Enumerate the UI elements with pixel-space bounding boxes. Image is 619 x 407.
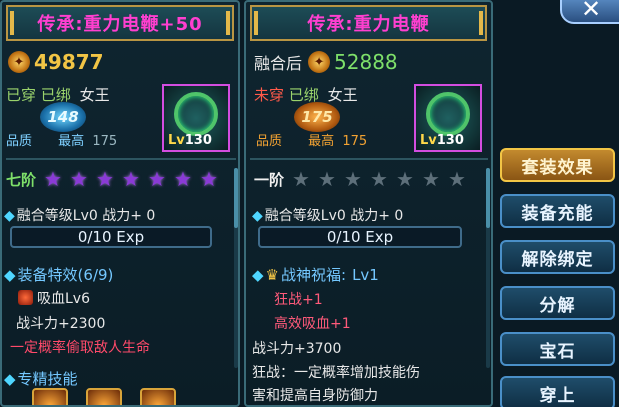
star-icon: ★ (200, 167, 218, 191)
left-specialty-head: ◆ 专精技能 (4, 368, 78, 389)
unbind-button[interactable]: 解除绑定 (500, 240, 615, 274)
whip-item-icon (426, 92, 470, 136)
star-icon: ★ (318, 167, 336, 191)
right-stage-label: 一阶 (254, 170, 285, 189)
left-item-level: Lv130 (168, 133, 212, 148)
right-item-level: Lv130 (420, 133, 464, 148)
right-bless-line2: 高效吸血+1 (274, 316, 351, 332)
right-equipment-panel: 传承:重力电鞭 融合后 ✦ 52888 未穿 已绑 女王 175 品质 最高 1… (244, 0, 493, 407)
right-power-value: 52888 (334, 50, 398, 74)
star-icon: ★ (344, 167, 362, 191)
left-title: 传承:重力电鞭+50 (6, 5, 234, 41)
diamond-bullet-icon: ◆ (252, 265, 264, 284)
right-bless-level: Lv1 (352, 265, 379, 284)
left-quality-label: 品质 (6, 134, 33, 149)
left-stage-row: 七阶 ★ ★ ★ ★ ★ ★ ★ (6, 168, 224, 190)
left-specialty-title: 专精技能 (17, 370, 78, 388)
left-fuse-row: ◆ 融合等级Lv0 战力+ 0 (4, 205, 155, 225)
right-quality-label: 品质 (256, 134, 283, 149)
left-quality-row: 品质 最高 175 (6, 130, 117, 149)
left-power-value: 49877 (34, 50, 104, 74)
right-desc-line2: 害和提高自身防御力 (252, 388, 378, 404)
right-bless-head: ◆ ♛ 战神祝福: Lv1 (252, 264, 379, 285)
right-worn-status: 未穿 (254, 86, 285, 104)
right-divider (250, 158, 488, 160)
left-power-row: ✦ 49877 (8, 50, 104, 74)
recharge-button[interactable]: 装备充能 (500, 194, 615, 228)
power-icon: ✦ (8, 51, 30, 73)
left-worn-status: 已穿 (6, 86, 37, 104)
star-icon: ★ (396, 167, 414, 191)
specialty-skill-icon[interactable] (140, 388, 176, 405)
diamond-bullet-icon: ◆ (4, 208, 15, 224)
left-max-label: 最高 (58, 134, 85, 149)
specialty-skill-icon[interactable] (86, 388, 122, 405)
right-bless-title: 战神祝福: (281, 266, 347, 284)
left-effects-title: 装备特效(6/9) (17, 266, 114, 284)
gem-button[interactable]: 宝石 (500, 332, 615, 366)
diamond-bullet-icon: ◆ (4, 369, 16, 388)
crown-icon: ♛ (265, 265, 279, 284)
left-fuse-text: 融合等级Lv0 战力+ 0 (16, 208, 156, 224)
left-divider (6, 158, 236, 160)
right-scrollbar[interactable] (486, 168, 490, 368)
blood-skill-icon (18, 290, 33, 305)
right-quality-row: 品质 最高 175 (256, 130, 367, 149)
left-scroll-thumb[interactable] (234, 168, 238, 228)
star-icon: ★ (44, 167, 62, 191)
star-icon: ★ (174, 167, 192, 191)
left-skill-row: 吸血Lv6 (18, 288, 90, 308)
left-combat-line: 战斗力+2300 (16, 316, 106, 332)
specialty-skill-icon[interactable] (32, 388, 68, 405)
star-icon: ★ (148, 167, 166, 191)
whip-item-icon (174, 92, 218, 136)
star-icon: ★ (122, 167, 140, 191)
decompose-button[interactable]: 分解 (500, 286, 615, 320)
right-power-row: 融合后 ✦ 52888 (254, 50, 398, 74)
right-max-label: 最高 (308, 134, 335, 149)
right-title: 传承:重力电鞭 (250, 5, 487, 41)
right-fuse-text: 融合等级Lv0 战力+ 0 (264, 208, 404, 224)
star-icon: ★ (448, 167, 466, 191)
left-stage-label: 七阶 (6, 170, 37, 189)
power-icon: ✦ (308, 51, 331, 73)
diamond-bullet-icon: ◆ (4, 265, 16, 284)
star-icon: ★ (292, 167, 310, 191)
right-desc-line1: 狂战：一定概率增加技能伤 (252, 365, 420, 381)
star-icon: ★ (422, 167, 440, 191)
right-fuse-row: ◆ 融合等级Lv0 战力+ 0 (252, 205, 403, 225)
left-skill-name: 吸血Lv6 (37, 291, 90, 307)
right-combat-line: 战斗力+3700 (252, 341, 342, 357)
right-fuse-prefix: 融合后 (254, 54, 303, 73)
left-scrollbar[interactable] (234, 168, 238, 368)
left-effects-head: ◆ 装备特效(6/9) (4, 264, 113, 285)
left-max-value: 175 (92, 134, 118, 149)
right-bless-line1: 狂战+1 (274, 292, 323, 308)
right-stage-row: 一阶 ★ ★ ★ ★ ★ ★ ★ (254, 168, 472, 190)
diamond-bullet-icon: ◆ (252, 208, 263, 224)
equip-button[interactable]: 穿上 (500, 376, 615, 407)
left-score-value: 148 (40, 102, 86, 132)
star-icon: ★ (70, 167, 88, 191)
left-specialty-skills (32, 388, 176, 405)
close-button[interactable]: ✕ (560, 0, 619, 24)
right-item-frame[interactable]: Lv130 (414, 84, 482, 152)
star-icon: ★ (370, 167, 388, 191)
star-icon: ★ (96, 167, 114, 191)
left-item-frame[interactable]: Lv130 (162, 84, 230, 152)
set-effect-button[interactable]: 套装效果 (500, 148, 615, 182)
left-exp-bar: 0/10 Exp (10, 226, 212, 248)
right-max-value: 175 (342, 134, 368, 149)
right-exp-bar: 0/10 Exp (258, 226, 462, 248)
close-icon: ✕ (580, 0, 602, 23)
right-score-value: 175 (294, 102, 340, 132)
left-equipment-panel: 传承:重力电鞭+50 ✦ 49877 已穿 已绑 女王 148 品质 最高 17… (0, 0, 240, 407)
left-effect-desc: 一定概率偷取敌人生命 (10, 340, 150, 356)
right-scroll-thumb[interactable] (486, 168, 490, 228)
